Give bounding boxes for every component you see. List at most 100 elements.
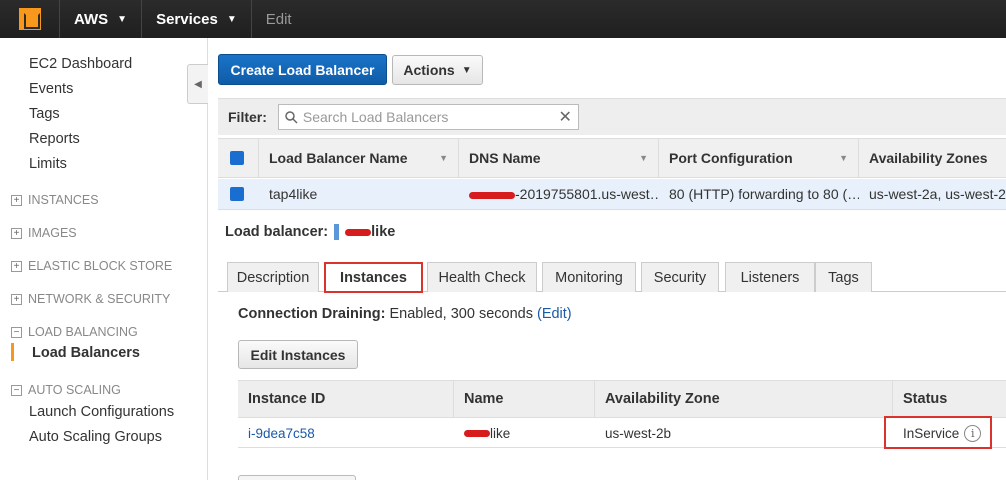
details-name: like	[371, 224, 396, 240]
aws-menu-label: AWS	[74, 10, 109, 28]
redaction-mark	[469, 191, 515, 199]
sidebar-item-events[interactable]: Events	[29, 81, 73, 97]
cell-port-config: 80 (HTTP) forwarding to 80 (…	[669, 186, 859, 202]
cell-dns-name: -2019755801.us-west…	[459, 186, 659, 202]
expand-icon: +	[11, 293, 22, 305]
sidebar-item-tags[interactable]: Tags	[29, 106, 60, 122]
instance-id-link[interactable]: i-9dea7c58	[248, 426, 315, 441]
redaction-mark	[345, 228, 372, 236]
top-nav-bar: AWS ▼ Services ▼ Edit	[0, 0, 1006, 38]
sidebar-section-auto-scaling[interactable]: − AUTO SCALING	[11, 383, 121, 397]
edit-menu[interactable]: Edit	[252, 0, 306, 38]
redaction-mark	[464, 430, 490, 438]
cell-instance-id: i-9dea7c58	[238, 426, 454, 441]
partial-button[interactable]	[238, 475, 356, 480]
aws-logo[interactable]	[0, 0, 60, 38]
sidebar: EC2 Dashboard Events Tags Reports Limits…	[0, 38, 208, 480]
sidebar-item-launch-configurations[interactable]: Launch Configurations	[29, 404, 174, 420]
column-header-dns[interactable]: DNS Name ▼	[459, 139, 659, 177]
search-input[interactable]: Search Load Balancers ✕	[277, 104, 579, 130]
sidebar-section-label: AUTO SCALING	[28, 383, 121, 397]
tab-description[interactable]: Description	[227, 262, 319, 292]
sidebar-item-reports[interactable]: Reports	[29, 131, 80, 147]
sidebar-section-network[interactable]: + NETWORK & SECURITY	[11, 292, 170, 306]
column-header-label: Availability Zones	[869, 150, 988, 166]
search-icon	[285, 110, 298, 124]
status-highlight	[884, 416, 992, 449]
sidebar-section-load-balancing[interactable]: − LOAD BALANCING	[11, 325, 138, 339]
tab-listeners[interactable]: Listeners	[725, 262, 815, 292]
sidebar-collapse-button[interactable]: ◀	[187, 64, 208, 104]
filter-bar: Filter: Search Load Balancers ✕	[218, 98, 1006, 135]
actions-button[interactable]: Actions ▼	[392, 55, 483, 85]
tab-health-check[interactable]: Health Check	[427, 262, 537, 292]
select-all-checkbox[interactable]	[230, 151, 244, 165]
cell-availability-zones: us-west-2a, us-west-2b.	[869, 186, 1006, 202]
cell-instance-zone: us-west-2b	[605, 425, 672, 441]
cell-lb-name: tap4like	[269, 186, 318, 202]
chevron-down-icon: ▼	[117, 13, 128, 25]
tab-security[interactable]: Security	[641, 262, 719, 292]
services-menu-label: Services	[156, 10, 218, 28]
sidebar-section-ebs[interactable]: + ELASTIC BLOCK STORE	[11, 259, 172, 273]
column-header-label: Port Configuration	[669, 150, 793, 166]
draining-label: Connection Draining:	[238, 306, 386, 322]
sidebar-section-label: INSTANCES	[28, 193, 99, 207]
sidebar-section-label: IMAGES	[28, 226, 77, 240]
column-header-name[interactable]: Name	[454, 381, 595, 417]
draining-edit-link[interactable]: (Edit)	[537, 306, 572, 322]
expand-icon: +	[11, 260, 22, 272]
sort-icon: ▼	[639, 153, 648, 163]
dns-text: -2019755801.us-west…	[515, 186, 659, 202]
tab-tags[interactable]: Tags	[815, 262, 872, 292]
sidebar-item-ec2-dashboard[interactable]: EC2 Dashboard	[29, 56, 132, 72]
expand-icon: +	[11, 194, 22, 206]
instance-name-text: like	[490, 425, 511, 441]
active-indicator	[11, 343, 14, 361]
lb-table-header: Load Balancer Name ▼ DNS Name ▼ Port Confi…	[218, 138, 1006, 178]
column-header-label: DNS Name	[469, 150, 541, 166]
column-header-zones[interactable]: Availability Zones	[859, 139, 1006, 177]
chevron-down-icon: ▼	[226, 13, 237, 25]
collapse-icon: −	[11, 384, 22, 396]
sidebar-section-label: NETWORK & SECURITY	[28, 292, 171, 306]
column-header-status[interactable]: Status	[893, 381, 1006, 417]
column-header-availability-zone[interactable]: Availability Zone	[595, 381, 893, 417]
services-menu[interactable]: Services ▼	[142, 0, 252, 38]
select-all-cell	[218, 139, 259, 177]
lb-color-marker	[334, 224, 340, 240]
search-placeholder: Search Load Balancers	[302, 109, 449, 125]
collapse-icon: −	[11, 326, 22, 338]
instances-table-header: Instance ID Name Availability Zone Statu…	[238, 380, 1006, 418]
sidebar-item-auto-scaling-groups[interactable]: Auto Scaling Groups	[29, 429, 162, 445]
column-header-instance-id[interactable]: Instance ID	[238, 381, 454, 417]
table-row[interactable]: tap4like -2019755801.us-west… 80 (HTTP) …	[218, 179, 1006, 210]
chevron-down-icon: ▼	[461, 64, 472, 76]
details-title: Load balancer: like	[225, 224, 395, 240]
sidebar-item-load-balancers[interactable]: Load Balancers	[32, 345, 140, 361]
draining-value: Enabled, 300 seconds	[389, 306, 533, 322]
chevron-left-icon: ◀	[194, 78, 202, 90]
expand-icon: +	[11, 227, 22, 239]
row-checkbox[interactable]	[230, 187, 244, 201]
sidebar-section-images[interactable]: + IMAGES	[11, 226, 77, 240]
connection-draining: Connection Draining: Enabled, 300 second…	[238, 306, 572, 322]
aws-menu[interactable]: AWS ▼	[60, 0, 143, 38]
cube-icon	[18, 8, 41, 30]
main-content: Create Load Balancer Actions ▼ Filter: Se…	[218, 38, 1006, 480]
clear-icon[interactable]: ✕	[558, 107, 571, 127]
edit-instances-button[interactable]: Edit Instances	[238, 340, 358, 369]
sidebar-section-instances[interactable]: + INSTANCES	[11, 193, 99, 207]
row-select-cell	[218, 179, 259, 209]
cell-instance-name: like	[454, 426, 595, 441]
actions-label: Actions	[403, 62, 455, 78]
sort-icon: ▼	[839, 153, 848, 163]
create-load-balancer-button[interactable]: Create Load Balancer	[218, 54, 387, 85]
sidebar-item-limits[interactable]: Limits	[29, 156, 67, 172]
column-header-name[interactable]: Load Balancer Name ▼	[259, 139, 459, 177]
sort-icon: ▼	[439, 153, 448, 163]
filter-label: Filter:	[228, 109, 267, 125]
sidebar-section-label: LOAD BALANCING	[28, 325, 138, 339]
tab-monitoring[interactable]: Monitoring	[542, 262, 636, 292]
column-header-port[interactable]: Port Configuration ▼	[659, 139, 859, 177]
